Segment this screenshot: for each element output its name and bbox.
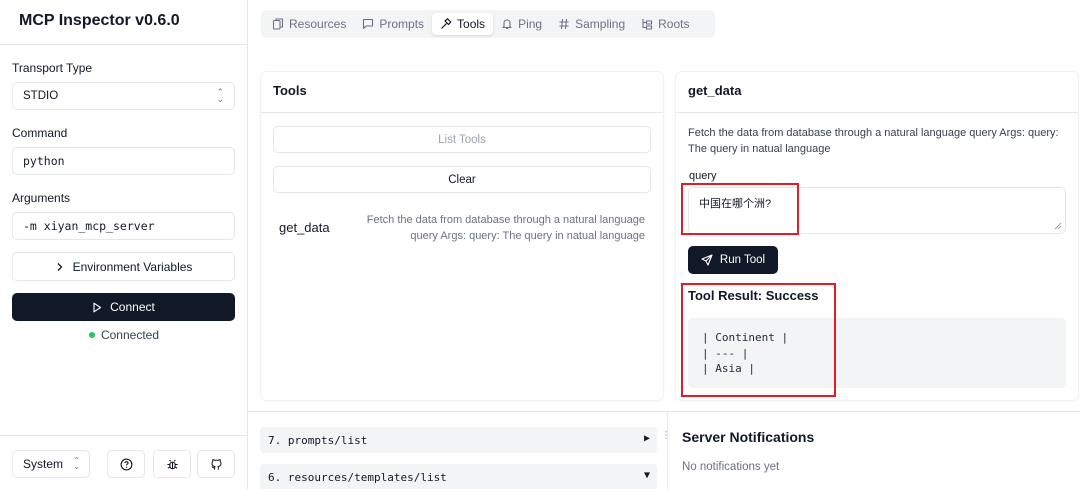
github-button[interactable] [197,450,235,478]
transport-type-value: STDIO [23,90,59,102]
tab-roots[interactable]: Roots [633,13,697,35]
bell-icon [502,19,512,30]
status-text: Connected [100,328,160,342]
query-value: 中国在哪个洲? [699,198,772,210]
status-dot-icon [88,331,95,338]
resize-divider[interactable] [667,412,668,489]
command-input[interactable]: python [12,147,235,175]
history-item-label: 7. prompts/list [268,433,368,447]
environment-variables-button[interactable]: Environment Variables [12,252,235,281]
tab-label: Sampling [575,17,626,31]
tab-ping[interactable]: Ping [493,13,550,35]
history-item-label: 6. resources/templates/list [268,470,447,484]
transport-type-label: Transport Type [12,61,93,75]
tool-name[interactable]: get_data [279,220,330,235]
transport-type-select[interactable]: STDIO ⌃ ⌄ [12,82,235,110]
tab-prompts[interactable]: Prompts [354,13,432,35]
tool-result-title: Tool Result: Success [688,288,819,303]
environment-variables-label: Environment Variables [72,259,193,274]
clear-button[interactable]: Clear [273,166,651,193]
notifications-empty-text: No notifications yet [682,461,780,473]
message-square-icon [363,18,374,30]
github-icon [210,458,221,470]
tab-resources[interactable]: Resources [264,13,354,35]
tab-sampling[interactable]: Sampling [550,13,633,35]
chevron-right-icon [57,262,62,271]
debug-button[interactable] [153,450,191,478]
tab-label: Prompts [379,17,425,31]
history-item[interactable]: 7. prompts/list ▶ [260,427,657,453]
result-line: | --- | [702,346,749,360]
connection-status: Connected [0,328,248,342]
folder-tree-icon [642,19,653,30]
query-input[interactable]: 中国在哪个洲? [688,187,1066,234]
collapse-arrow-icon[interactable]: ▼ [644,470,650,481]
tool-description[interactable]: Fetch the data from database through a n… [343,212,645,244]
run-tool-label: Run Tool [719,254,766,266]
hash-icon [559,18,569,30]
tab-label: Resources [289,17,347,31]
list-tools-button[interactable]: List Tools [273,126,651,153]
help-circle-icon [120,458,132,470]
arguments-input[interactable]: -m xiyan_mcp_server [12,212,235,240]
theme-value: System [23,457,64,471]
help-button[interactable] [107,450,145,478]
tab-bar: Resources Prompts Tools Ping Sampling Ro… [261,10,715,38]
tools-panel-divider [261,112,663,113]
tool-result-output: | Continent | | --- | | Asia | [688,318,1066,388]
app-title: MCP Inspector v0.6.0 [19,12,180,29]
chevrons-up-down-icon: ⌃ ⌄ [73,456,80,471]
sidebar-bottom-divider [0,435,248,436]
send-icon [701,254,713,266]
tools-panel-title: Tools [273,83,307,98]
hammer-icon [441,18,452,29]
result-line: | Asia | [702,362,755,375]
tab-tools[interactable]: Tools [432,13,494,35]
tool-detail-divider [676,112,1078,113]
arguments-label: Arguments [12,191,71,205]
history-item[interactable]: 6. resources/templates/list ▼ [260,464,657,489]
connect-label: Connect [110,300,155,314]
section-divider [248,411,1080,412]
tool-detail-title: get_data [688,83,742,98]
tab-label: Tools [457,17,486,31]
query-label: query [689,170,717,182]
sidebar-divider [0,44,248,45]
tab-label: Roots [658,17,690,31]
theme-select[interactable]: System ⌃ ⌄ [12,450,90,478]
run-tool-button[interactable]: Run Tool [688,246,778,274]
connect-button[interactable]: Connect [12,293,235,321]
bug-icon [166,459,178,469]
files-icon [272,18,284,30]
server-notifications-title: Server Notifications [682,429,815,445]
command-label: Command [12,126,68,140]
sidebar: MCP Inspector v0.6.0 Transport Type STDI… [0,0,248,489]
tool-detail-description: Fetch the data from database through a n… [688,127,1059,155]
tab-label: Ping [518,17,543,31]
resize-grip-icon[interactable]: ⋮ [661,430,671,441]
expand-arrow-icon[interactable]: ▶ [644,433,650,444]
play-icon [93,302,102,312]
result-line: | Continent | [702,331,789,344]
resize-handle-icon[interactable] [1054,222,1062,230]
chevrons-up-down-icon: ⌃ ⌄ [216,87,224,104]
